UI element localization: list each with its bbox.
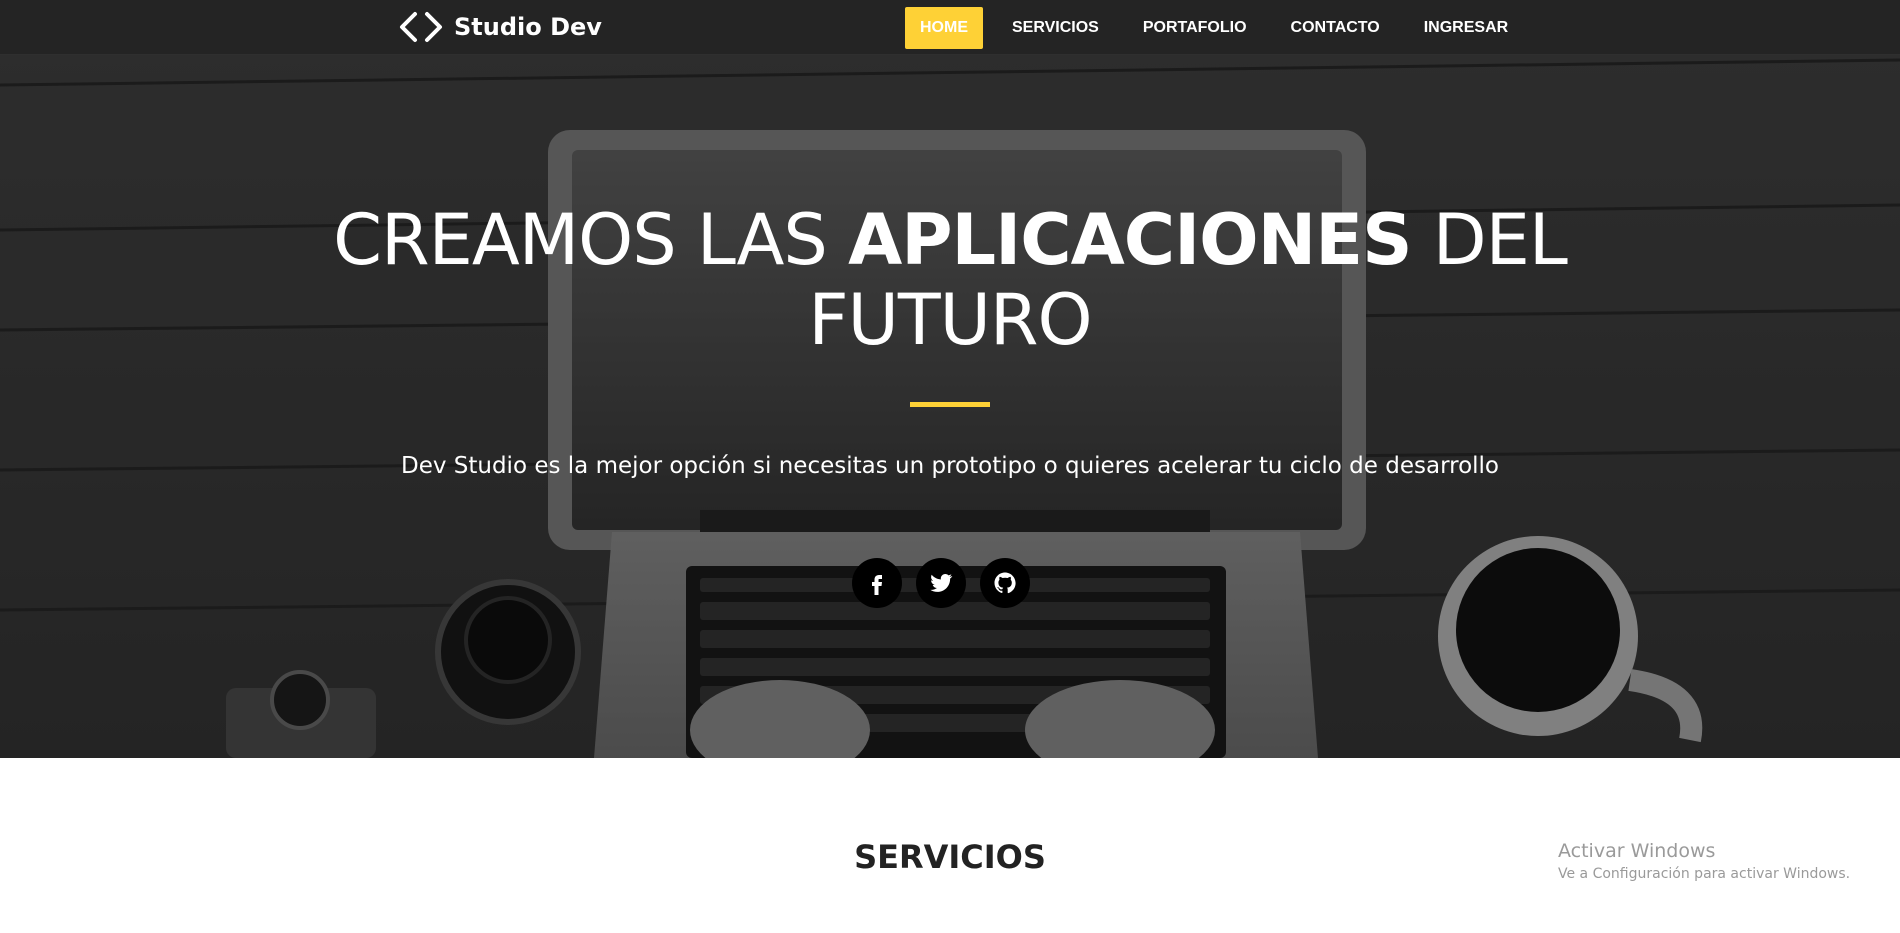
github-button[interactable] <box>980 558 1030 608</box>
hero-title-prefix: CREAMOS LAS <box>333 199 828 281</box>
facebook-button[interactable] <box>852 558 902 608</box>
hero-subtitle: Dev Studio es la mejor opción si necesit… <box>400 453 1499 479</box>
hero-title-strong: APLICACIONES <box>848 199 1412 281</box>
nav-item-contacto[interactable]: CONTACTO <box>1276 7 1395 49</box>
hero-title-suffix: DEL <box>1432 199 1568 281</box>
hero-divider <box>910 402 990 407</box>
twitter-button[interactable] <box>916 558 966 608</box>
windows-activation-watermark: Activar Windows Ve a Configuración para … <box>1558 838 1850 884</box>
facebook-icon <box>872 575 882 595</box>
nav-item-servicios[interactable]: SERVICIOS <box>997 7 1114 49</box>
watermark-subtitle: Ve a Configuración para activar Windows. <box>1558 866 1851 882</box>
brand-name: Studio Dev <box>454 13 602 41</box>
github-icon <box>994 572 1016 594</box>
nav-item-home[interactable]: HOME <box>905 7 983 49</box>
nav-menu: HOME SERVICIOS PORTAFOLIO CONTACTO INGRE… <box>905 7 1537 49</box>
hero-content: CREAMOS LAS APLICACIONES DEL FUTURO Dev … <box>0 200 1900 479</box>
hero-section: Studio Dev HOME SERVICIOS PORTAFOLIO CON… <box>0 0 1900 758</box>
watermark-title: Activar Windows <box>1558 840 1716 862</box>
nav-item-ingresar[interactable]: INGRESAR <box>1409 7 1523 49</box>
code-brackets-icon <box>400 12 442 42</box>
top-navbar: Studio Dev HOME SERVICIOS PORTAFOLIO CON… <box>0 0 1900 55</box>
hero-title: CREAMOS LAS APLICACIONES DEL FUTURO <box>0 200 1900 360</box>
twitter-icon <box>930 574 953 592</box>
brand-logo-link[interactable]: Studio Dev <box>398 9 602 45</box>
social-links <box>852 558 1030 608</box>
hero-title-line2: FUTURO <box>808 279 1092 361</box>
nav-item-portafolio[interactable]: PORTAFOLIO <box>1128 7 1262 49</box>
